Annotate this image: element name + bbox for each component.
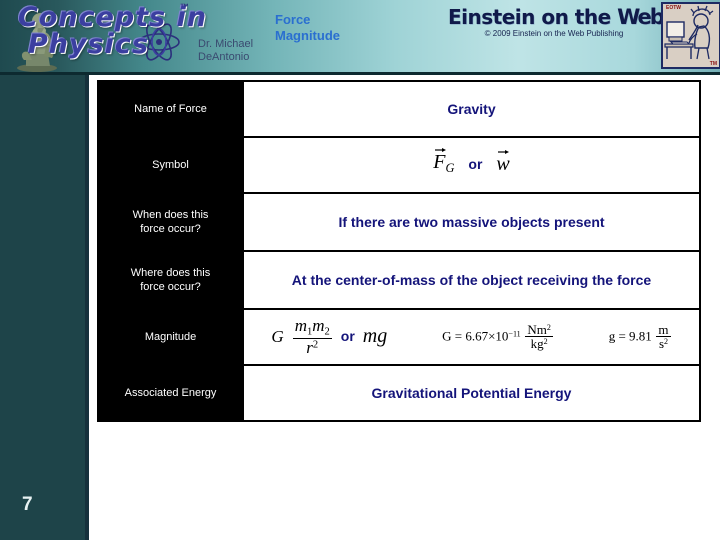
magnitude-r: r (306, 337, 313, 357)
corner-tag-bottom: TM (709, 61, 717, 67)
magnitude-mg: mg (362, 325, 388, 348)
table-row: When does this force occur? If there are… (97, 192, 701, 252)
constant-G-lhs: G = 6.67×10 (442, 328, 509, 344)
constant-G-exponent: −11 (508, 329, 521, 339)
symbol-expression: FG or w (244, 147, 699, 178)
row-label-line-1: When does this (132, 209, 209, 221)
publisher-logo: Einstein on the Web © 2009 Einstein on t… (448, 5, 665, 38)
row-label-line-2: force occur? (140, 281, 201, 293)
symbol-weight: w (496, 150, 510, 176)
slide-canvas: 7 Concepts in Physics ™ Dr. Michael DeAn… (0, 0, 720, 540)
row-label-where-does-force-occur: Where does this force occur? (97, 250, 244, 310)
symbol-w: w (496, 153, 510, 176)
publisher-title-main: Einstein on the (448, 5, 611, 29)
constant-g-unit-den-exp: 2 (664, 337, 669, 347)
row-value-name-of-force: Gravity (242, 80, 701, 138)
constant-g-unit-denominator: s2 (656, 336, 671, 351)
row-label-associated-energy: Associated Energy (97, 364, 244, 422)
left-sidebar (0, 0, 85, 540)
atom-icon (138, 23, 180, 61)
corner-tag-top: EOTW (666, 5, 681, 11)
force-properties-table: Name of Force Gravity Symbol FG or w Whe… (97, 80, 701, 422)
symbol-connector: or (468, 156, 483, 173)
gravitational-acceleration-value: g = 9.81 m s2 (609, 323, 672, 351)
row-value-symbol: FG or w (242, 136, 701, 194)
constant-G-unit-denominator: kg2 (525, 336, 553, 351)
vector-arrow-icon (498, 150, 510, 155)
constant-G-unit-den-exp: 2 (543, 337, 548, 347)
author-credit: Dr. Michael DeAntonio (198, 38, 253, 64)
gravitational-constant-value: G = 6.67×10−11 Nm2 kg2 (442, 323, 554, 351)
row-value-magnitude: G m1m2 r2 or mg G = 6.67×10−11 Nm2 kg2 g… (242, 308, 701, 366)
table-row: Associated Energy Gravitational Potentia… (97, 364, 701, 422)
magnitude-connector: or (340, 328, 355, 345)
author-line-1: Dr. Michael (198, 38, 254, 50)
magnitude-formula: G m1m2 r2 or mg (271, 317, 387, 356)
row-label-magnitude: Magnitude (97, 308, 244, 366)
constant-g-unit-numerator: m (658, 321, 669, 337)
constant-G-units: Nm2 kg2 (525, 323, 553, 351)
row-label-line-1: Where does this (130, 267, 211, 279)
table-row: Symbol FG or w (97, 136, 701, 194)
row-label-when-does-force-occur: When does this force occur? (97, 192, 244, 252)
row-label-name-of-force: Name of Force (97, 80, 244, 138)
symbol-force-gravity: FG (433, 147, 455, 178)
constant-g-units: m s2 (656, 321, 671, 351)
magnitude-m1: m (294, 316, 307, 336)
magnitude-numerator: m1m2 (293, 316, 332, 338)
constant-G-unit-num-exp: 2 (546, 322, 551, 332)
page-number: 7 (22, 494, 33, 515)
magnitude-expression: G m1m2 r2 or mg G = 6.67×10−11 Nm2 kg2 g… (244, 317, 699, 356)
row-label-symbol: Symbol (97, 136, 244, 194)
publisher-copyright: © 2009 Einstein on the Web Publishing (484, 29, 624, 38)
symbol-F-subscript: G (445, 160, 455, 175)
magnitude-denominator: r2 (292, 337, 332, 357)
header-underline (0, 72, 720, 75)
author-line-2: DeAntonio (198, 51, 250, 63)
slide-title-line-2: Magnitude (275, 28, 340, 43)
row-value-where-does-force-occur: At the center-of-mass of the object rece… (242, 250, 701, 310)
constant-G-unit-numerator: Nm2 (525, 323, 553, 337)
magnitude-G: G (271, 327, 284, 347)
einstein-cartoon-icon (663, 4, 715, 63)
magnitude-fraction: m1m2 r2 (292, 316, 332, 357)
magnitude-r-exponent: 2 (312, 339, 319, 351)
row-value-associated-energy: Gravitational Potential Energy (242, 364, 701, 422)
sidebar-edge-strip (85, 0, 89, 540)
magnitude-m2-subscript: 2 (324, 326, 330, 338)
constant-G-unit-den-text: kg (530, 336, 544, 352)
einstein-at-computer-image: EOTW TM (661, 2, 720, 69)
vector-arrow-icon (435, 147, 447, 152)
row-value-when-does-force-occur: If there are two massive objects present (242, 192, 701, 252)
row-label-line-2: force occur? (140, 223, 201, 235)
table-row: Name of Force Gravity (97, 80, 701, 138)
publisher-title: Einstein on the Web (448, 5, 665, 29)
thinker-statue-icon (17, 13, 57, 72)
table-row: Where does this force occur? At the cent… (97, 250, 701, 310)
magnitude-m2: m (312, 316, 325, 336)
constant-G-unit-num-text: Nm (527, 321, 547, 337)
table-row: Magnitude G m1m2 r2 or mg G = 6.67×10−11… (97, 308, 701, 366)
constant-g-lhs: g = 9.81 (608, 328, 652, 344)
publisher-title-web: Web (617, 5, 665, 29)
slide-title: Force Magnitude (275, 12, 340, 44)
slide-title-line-1: Force (275, 12, 311, 27)
symbol-F: F (433, 150, 446, 173)
trademark-symbol: ™ (180, 2, 189, 12)
